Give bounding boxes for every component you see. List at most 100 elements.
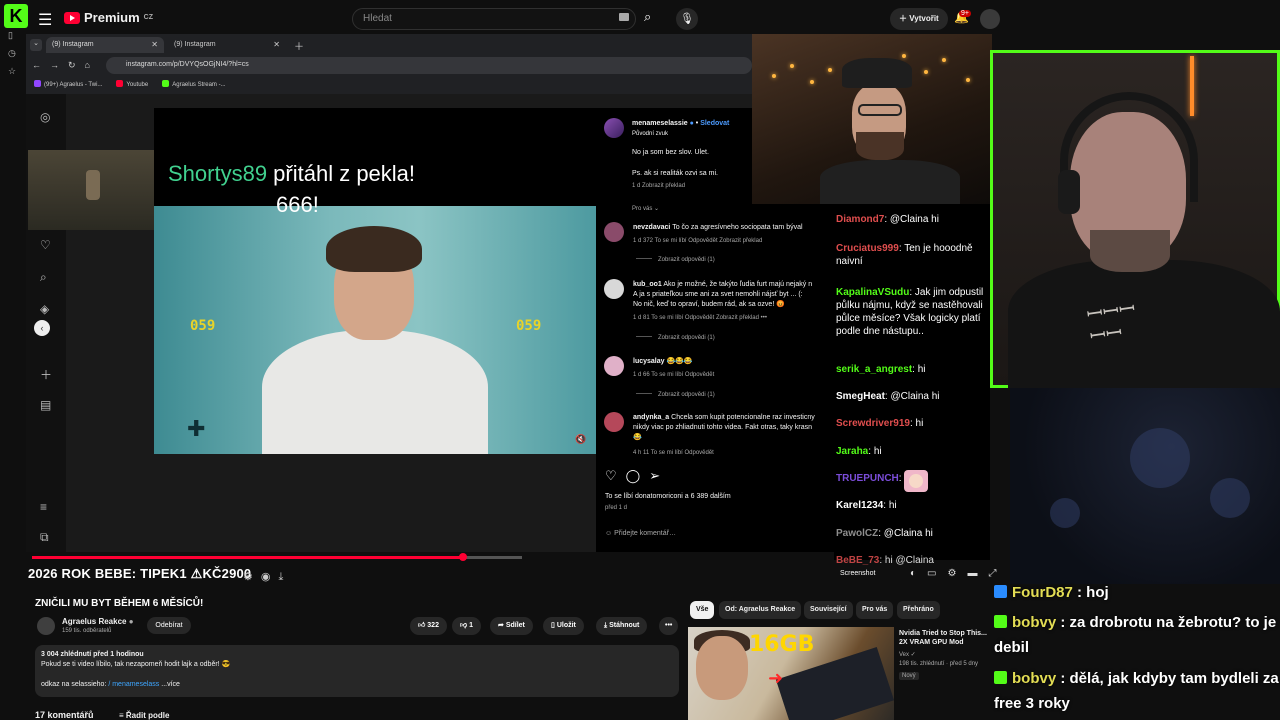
big-chat-username[interactable]: bobvy [1012, 670, 1056, 687]
bookmark-twitch[interactable]: (99+) Agraelus - Twi... [34, 80, 102, 88]
address-bar[interactable]: instagram.com/p/DVYQsOGjNI4/?hl=cs [106, 57, 752, 74]
create-button[interactable]: ＋ Vytvořit [890, 8, 948, 30]
follow-button[interactable]: Sledovat [700, 120, 729, 127]
browser-nav-icons[interactable]: ←→↻⌂ [32, 60, 99, 71]
recommended-title[interactable]: Nvidia Tried to Stop This... 2X VRAM GPU… [899, 629, 991, 647]
comment-user[interactable]: nevzdavaci [633, 224, 670, 231]
comment-user[interactable]: andynka_a [633, 414, 669, 421]
channel-avatar[interactable] [37, 617, 55, 635]
comment-avatar[interactable] [604, 279, 624, 299]
comment-icon[interactable]: ◯ [626, 468, 650, 483]
comment-input[interactable]: ☺ Přidejte komentář… [605, 530, 676, 537]
apps-icon[interactable]: ⧉ [40, 530, 49, 545]
search-icon[interactable]: ⌕ [40, 270, 47, 285]
chip-related[interactable]: Související [804, 601, 853, 619]
keyboard-icon[interactable] [619, 13, 629, 21]
view-replies[interactable]: Zobrazit odpovědi (1) [636, 257, 715, 263]
bookmark-youtube[interactable]: Youtube [116, 80, 148, 88]
chat-username[interactable]: Diamond7 [836, 214, 884, 225]
new-tab-icon[interactable]: ＋ [294, 38, 304, 53]
chat-username[interactable]: PawolCZ [836, 528, 878, 539]
steam-icon[interactable]: ◉ [261, 571, 279, 583]
settings-icon[interactable]: ⚙ [243, 571, 261, 583]
for-you-toggle[interactable]: Pro vás ⌄ [632, 205, 659, 212]
author-avatar[interactable] [604, 118, 624, 138]
close-icon[interactable]: ✕ [151, 40, 158, 49]
dislike-button[interactable]: 👎︎ 1 [452, 617, 481, 635]
chat-username[interactable]: SmegHeat [836, 391, 885, 402]
fullscreen-icon[interactable]: ⤢ [988, 568, 1007, 579]
chat-username[interactable]: Cruciatus999 [836, 243, 899, 254]
subtitles-icon[interactable]: ▭ [927, 568, 947, 579]
chip-from-channel[interactable]: Od: Agraelus Reakce [719, 601, 802, 619]
chat-username[interactable]: KapalinaVSudu [836, 287, 909, 298]
chip-for-you[interactable]: Pro vás [856, 601, 894, 619]
recommended-channel[interactable]: Vex ✓ [899, 651, 916, 658]
screenshot-label[interactable]: Screenshot [840, 570, 875, 577]
comment-meta[interactable]: 1 d 372 To se mi líbí Odpovědět Zobrazit… [633, 238, 762, 244]
more-actions-button[interactable]: ••• [659, 617, 679, 635]
sort-comments-button[interactable]: ≡ Řadit podle [119, 711, 169, 720]
tab-search-icon[interactable]: ⌄ [30, 39, 42, 51]
like-button[interactable]: 👍︎ 322 [410, 617, 447, 635]
chat-username[interactable]: Jaraha [836, 446, 868, 457]
tab-instagram-2[interactable]: (9) Instagram ✕ [168, 37, 286, 53]
channel-name[interactable]: Agraelus Reakce ● [62, 617, 134, 626]
explore-icon[interactable]: ◈ [40, 302, 49, 316]
menu-icon[interactable]: ≡ [40, 500, 47, 514]
show-more[interactable]: ...více [161, 681, 180, 688]
chat-username[interactable]: TRUEPUNCH [836, 473, 899, 484]
like-icon[interactable]: ♡ [605, 468, 626, 483]
close-icon[interactable]: ✕ [273, 40, 280, 49]
big-chat-username[interactable]: FourD87 [1012, 584, 1073, 601]
chip-all[interactable]: Vše [690, 601, 715, 619]
chip-watched[interactable]: Přehráno [897, 601, 940, 619]
settings-icon[interactable]: ⚙ [948, 568, 968, 579]
file-icon[interactable]: ▯ [8, 30, 13, 41]
chat-username[interactable]: Karel1234 [836, 500, 883, 511]
chat-username[interactable]: BeBE_73 [836, 555, 879, 566]
comment-avatar[interactable] [604, 356, 624, 376]
stats-icon[interactable]: ▤ [40, 398, 51, 412]
comment-user[interactable]: kub_oo1 [633, 281, 662, 288]
big-chat-username[interactable]: bobvy [1012, 614, 1056, 631]
comment-avatar[interactable] [604, 222, 624, 242]
comment-meta[interactable]: 1 d 66 To se mi líbí Odpovědět [633, 372, 714, 378]
previous-arrow-icon[interactable]: ‹ [34, 320, 50, 336]
save-button[interactable]: ▯ Uložit [543, 617, 584, 635]
post-meta[interactable]: 1 d Zobrazit překlad [632, 183, 685, 189]
comment-avatar[interactable] [604, 412, 624, 432]
toggle-icon[interactable]: ◐ [910, 568, 927, 579]
youtube-logo[interactable]: Premium CZ [64, 10, 153, 25]
comment-meta[interactable]: 1 d 81 To se mi líbí Odpovědět Zobrazit … [633, 315, 767, 321]
tab-instagram-1[interactable]: (9) Instagram ✕ [46, 37, 164, 53]
seek-handle[interactable] [459, 553, 467, 561]
history-icon[interactable]: ◷ [8, 48, 16, 59]
video-description[interactable]: 3 004 zhlédnutí před 1 hodinou Pokud se … [35, 645, 679, 697]
subscribe-button[interactable]: Odebírat [147, 617, 191, 634]
share-button[interactable]: ➦ Sdílet [490, 617, 533, 635]
comment-user[interactable]: lucysalay [633, 358, 665, 365]
likes-line[interactable]: To se líbí donatomoriconi a 6 389 dalším [605, 493, 731, 500]
view-replies[interactable]: Zobrazit odpovědi (1) [636, 392, 715, 398]
view-replies[interactable]: Zobrazit odpovědi (1) [636, 335, 715, 341]
share-icon[interactable]: ➢ [649, 468, 669, 483]
instagram-icon[interactable]: ◎ [40, 110, 50, 124]
theater-icon[interactable]: ▬ [967, 568, 988, 579]
chat-username[interactable]: Screwdriver919 [836, 418, 910, 429]
description-link[interactable]: / menameselass [108, 681, 159, 688]
star-icon[interactable]: ☆ [8, 66, 16, 77]
account-avatar[interactable] [980, 9, 1000, 29]
create-icon[interactable]: ＋ [40, 366, 52, 383]
audio-label[interactable]: Původní zvuk [632, 131, 668, 137]
bookmark-kick[interactable]: Agraelus Stream -... [162, 80, 226, 88]
download-button[interactable]: ⤓ Stáhnout [596, 617, 648, 635]
heart-icon[interactable]: ♡ [40, 238, 51, 252]
mute-icon[interactable]: 🔇 [575, 434, 586, 445]
microphone-icon[interactable]: 🎙 [676, 8, 698, 30]
comment-meta[interactable]: 4 h 11 To se mi líbí Odpovědět [633, 450, 714, 456]
search-input[interactable]: Hledat [352, 8, 636, 30]
post-author[interactable]: menameselassie ● • Sledovat [632, 120, 729, 127]
download-icon[interactable]: ⤓ [278, 571, 291, 583]
search-icon[interactable]: ⌕ [644, 9, 651, 25]
